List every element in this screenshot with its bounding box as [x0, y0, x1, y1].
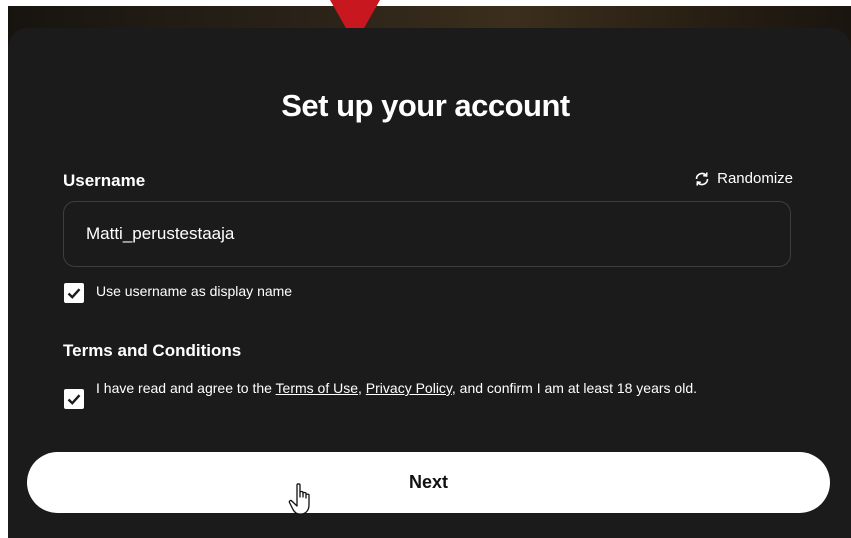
terms-checkbox[interactable]: [64, 389, 84, 409]
dialog-title: Set up your account: [281, 88, 570, 123]
randomize-button[interactable]: Randomize: [693, 170, 793, 187]
terms-text-after: , and confirm I am at least 18 years old…: [451, 380, 698, 396]
next-button[interactable]: Next: [27, 452, 830, 513]
display-name-checkbox[interactable]: [64, 283, 84, 303]
terms-agreement-text: I have read and agree to the Terms of Us…: [96, 379, 776, 397]
terms-text-before: I have read and agree to the: [96, 380, 276, 396]
username-input[interactable]: Matti_perustestaaja: [63, 201, 791, 267]
terms-of-use-link[interactable]: Terms of Use: [276, 380, 358, 396]
checkmark-icon: [64, 389, 84, 409]
username-value: Matti_perustestaaja: [86, 224, 235, 243]
randomize-label: Randomize: [717, 170, 793, 187]
hand-pointer-cursor-icon: [287, 482, 317, 518]
privacy-policy-link[interactable]: Privacy Policy: [366, 380, 452, 396]
checkmark-icon: [64, 283, 84, 303]
terms-separator: ,: [358, 380, 366, 396]
username-label: Username: [63, 171, 146, 190]
refresh-icon: [693, 171, 711, 187]
terms-heading: Terms and Conditions: [63, 341, 242, 360]
display-name-label: Use username as display name: [96, 283, 293, 299]
